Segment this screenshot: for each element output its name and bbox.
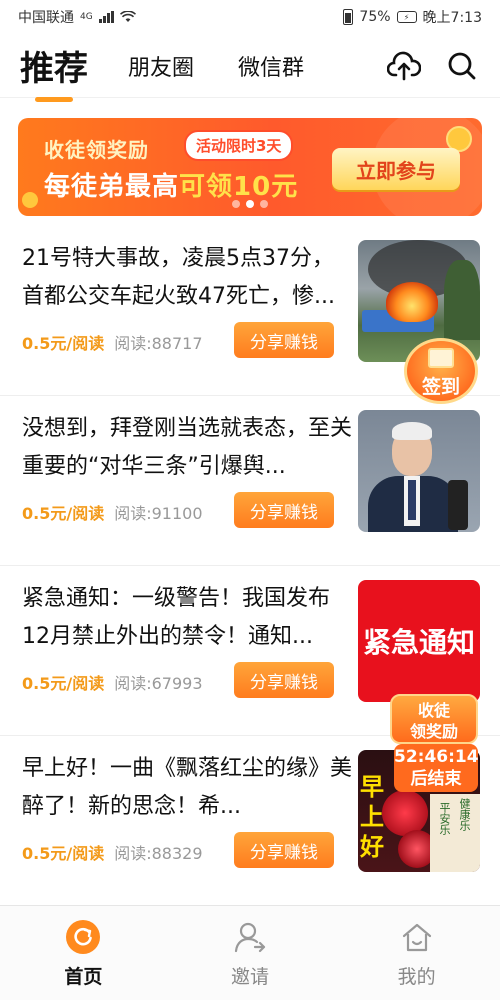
read-count: 阅读:91100 bbox=[114, 504, 203, 523]
countdown-timer: 52:46:14 bbox=[394, 747, 479, 767]
reward-rate: 0.5元/阅读 bbox=[22, 334, 105, 353]
check-in-label: 签到 bbox=[421, 376, 460, 398]
share-earn-button[interactable]: 分享赚钱 bbox=[234, 832, 334, 868]
wifi-icon bbox=[119, 11, 136, 22]
status-bar: 中国联通 4G 75% ⚡ 晚上7:13 bbox=[0, 0, 500, 34]
tab-recommend[interactable]: 推荐 bbox=[20, 41, 88, 90]
read-count: 阅读:67993 bbox=[114, 674, 203, 693]
vibrate-icon bbox=[343, 9, 354, 25]
hair-shape bbox=[392, 422, 432, 440]
share-earn-button[interactable]: 分享赚钱 bbox=[234, 662, 334, 698]
banner-sub-prefix: 每徒弟最高 bbox=[44, 172, 180, 202]
urgent-notice-thumbnail[interactable]: 紧急通知 bbox=[358, 580, 480, 702]
speaker-thumbnail[interactable] bbox=[358, 410, 480, 532]
network-label: 4G bbox=[80, 12, 93, 22]
nav-invite-label: 邀请 bbox=[231, 966, 270, 988]
battery-percent: 75% bbox=[359, 9, 391, 25]
nav-profile[interactable]: 我的 bbox=[333, 906, 500, 1000]
recruit-reward-widget[interactable]: 收徒 领奖励 52:46:14 后结束 bbox=[384, 694, 484, 800]
recruit-countdown: 52:46:14 后结束 bbox=[394, 744, 479, 792]
carousel-dot[interactable] bbox=[232, 200, 240, 208]
article-title[interactable]: 21号特大事故，凌晨5点37分，首都公交车起火致47死亡，惨... bbox=[22, 240, 354, 316]
carrier-label: 中国联通 bbox=[18, 10, 74, 26]
recruit-line1: 收徒 bbox=[417, 701, 450, 720]
card-icon bbox=[428, 348, 454, 368]
status-left: 中国联通 4G bbox=[18, 7, 136, 27]
article-meta: 0.5元/阅读 阅读:88717 bbox=[22, 330, 203, 354]
flame-shape bbox=[386, 282, 438, 322]
battery-leaf-icon: ⚡ bbox=[396, 11, 417, 23]
recruit-line2: 领奖励 bbox=[409, 722, 458, 741]
greeting-panel: 平安乐 健康乐 bbox=[430, 794, 480, 872]
microphone-shape bbox=[448, 480, 468, 530]
share-earn-button[interactable]: 分享赚钱 bbox=[234, 492, 334, 528]
reward-rate: 0.5元/阅读 bbox=[22, 674, 105, 693]
promo-banner[interactable]: 收徒领奖励 活动限时3天 每徒弟最高可领10元 立即参与 bbox=[18, 118, 482, 216]
article-item[interactable]: 没想到，拜登刚当选就表态，至关重要的“对华三条”引爆舆... 0.5元/阅读 阅… bbox=[0, 396, 500, 566]
banner-sub-highlight: 可领10元 bbox=[179, 172, 299, 202]
upload-cloud-icon[interactable] bbox=[386, 48, 422, 84]
reward-rate: 0.5元/阅读 bbox=[22, 504, 105, 523]
nav-home[interactable]: 首页 bbox=[0, 906, 167, 1000]
banner-limited-tag: 活动限时3天 bbox=[184, 130, 294, 161]
carousel-dot[interactable] bbox=[260, 200, 268, 208]
top-actions bbox=[386, 48, 480, 84]
article-title[interactable]: 早上好！一曲《飘落红尘的缘》美醉了！新的思念！希... bbox=[22, 750, 354, 826]
profile-house-icon bbox=[402, 923, 431, 952]
invite-user-icon bbox=[234, 922, 266, 953]
bottom-nav: 首页 邀请 我的 bbox=[0, 905, 500, 1000]
panel-text: 健康乐 bbox=[458, 798, 471, 831]
countdown-suffix: 后结束 bbox=[410, 769, 462, 789]
status-right: 75% ⚡ 晚上7:13 bbox=[343, 7, 482, 27]
join-now-button[interactable]: 立即参与 bbox=[332, 148, 460, 190]
reward-rate: 0.5元/阅读 bbox=[22, 844, 105, 863]
article-feed: 21号特大事故，凌晨5点37分，首都公交车起火致47死亡，惨... 0.5元/阅… bbox=[0, 226, 500, 906]
nav-home-label: 首页 bbox=[64, 966, 103, 988]
share-earn-button[interactable]: 分享赚钱 bbox=[234, 322, 334, 358]
clock: 晚上7:13 bbox=[422, 10, 482, 26]
check-in-button[interactable]: 签到 bbox=[404, 338, 478, 404]
article-meta: 0.5元/阅读 阅读:67993 bbox=[22, 670, 203, 694]
nav-invite[interactable]: 邀请 bbox=[167, 906, 334, 1000]
tree-shape bbox=[444, 260, 480, 340]
article-meta: 0.5元/阅读 阅读:88329 bbox=[22, 840, 203, 864]
article-title[interactable]: 没想到，拜登刚当选就表态，至关重要的“对华三条”引爆舆... bbox=[22, 410, 354, 486]
tie-shape bbox=[408, 480, 416, 520]
banner-subheadline: 每徒弟最高可领10元 bbox=[44, 166, 298, 203]
top-tab-bar: 推荐 朋友圈 微信群 bbox=[0, 34, 500, 98]
home-refresh-icon bbox=[66, 920, 101, 954]
thumbnail-text: 紧急通知 bbox=[362, 626, 475, 659]
article-title[interactable]: 紧急通知：一级警告！我国发布12月禁止外出的禁令！通知... bbox=[22, 580, 354, 656]
recruit-title: 收徒 领奖励 bbox=[390, 694, 478, 744]
tab-wechat-groups[interactable]: 微信群 bbox=[238, 50, 304, 82]
read-count: 阅读:88717 bbox=[114, 334, 203, 353]
carousel-dots bbox=[232, 200, 268, 208]
coin-icon bbox=[22, 192, 38, 208]
banner-headline: 收徒领奖励 bbox=[44, 138, 149, 162]
panel-text: 平安乐 bbox=[438, 802, 451, 835]
search-icon[interactable] bbox=[444, 48, 480, 84]
carousel-dot-active[interactable] bbox=[246, 200, 254, 208]
article-meta: 0.5元/阅读 阅读:91100 bbox=[22, 500, 203, 524]
signal-icon bbox=[98, 11, 114, 23]
nav-profile-label: 我的 bbox=[397, 966, 436, 988]
tab-moments[interactable]: 朋友圈 bbox=[128, 50, 194, 82]
read-count: 阅读:88329 bbox=[114, 844, 203, 863]
